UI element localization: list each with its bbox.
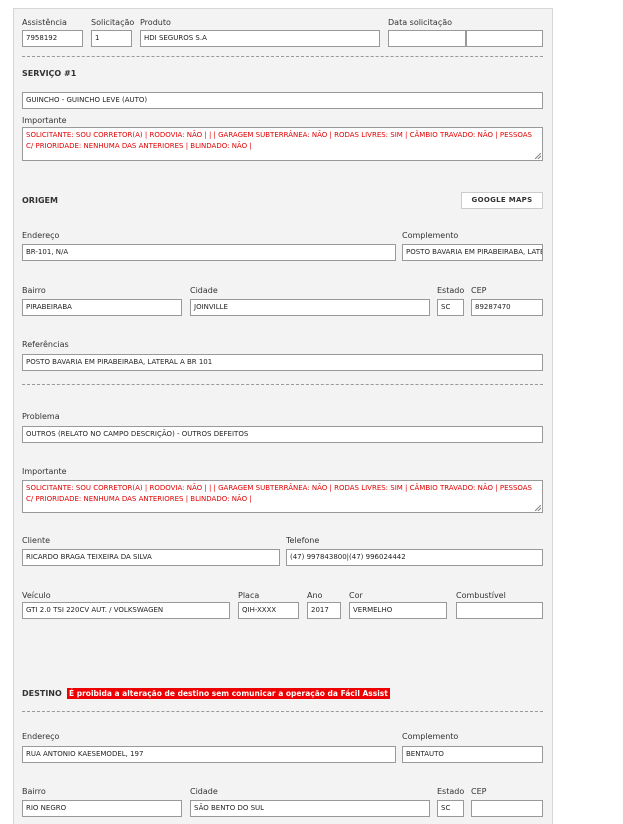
servico-field[interactable]: GUINCHO - GUINCHO LEVE (AUTO) bbox=[22, 92, 543, 109]
cor-label: Cor bbox=[349, 591, 363, 600]
origem-estado-label: Estado bbox=[437, 286, 465, 295]
google-maps-button[interactable]: GOOGLE MAPS bbox=[461, 192, 543, 209]
solicitacao-label: Solicitação bbox=[91, 18, 135, 27]
destino-complemento-field[interactable]: BENTAUTO bbox=[402, 746, 543, 763]
placa-field[interactable]: QIH-XXXX bbox=[238, 602, 299, 619]
destino-estado-field[interactable]: SC bbox=[437, 800, 464, 817]
assistencia-label: Assistência bbox=[22, 18, 67, 27]
origem-complemento-field[interactable]: POSTO BAVARIA EM PIRABEIRABA, LATERAL A … bbox=[402, 244, 543, 261]
divider bbox=[22, 384, 543, 385]
problema-field[interactable]: OUTROS (RELATO NO CAMPO DESCRIÇÃO) - OUT… bbox=[22, 426, 543, 443]
cliente-label: Cliente bbox=[22, 536, 51, 545]
solicitacao-field[interactable]: 1 bbox=[91, 30, 132, 47]
problema-importante-label: Importante bbox=[22, 467, 67, 476]
cliente-field[interactable]: RICARDO BRAGA TEIXEIRA DA SILVA bbox=[22, 549, 280, 566]
problema-importante-textarea[interactable]: SOLICITANTE: SOU CORRETOR(A) | RODOVIA: … bbox=[22, 480, 543, 513]
telefone-field[interactable]: (47) 997843800|(47) 996024442 bbox=[286, 549, 543, 566]
destino-bairro-label: Bairro bbox=[22, 787, 46, 796]
destino-cep-label: CEP bbox=[471, 787, 487, 796]
divider bbox=[22, 56, 543, 57]
combustivel-field[interactable] bbox=[456, 602, 543, 619]
origem-cep-label: CEP bbox=[471, 286, 487, 295]
destino-estado-label: Estado bbox=[437, 787, 465, 796]
produto-label: Produto bbox=[140, 18, 171, 27]
origem-estado-field[interactable]: SC bbox=[437, 299, 464, 316]
veiculo-field[interactable]: GTI 2.0 TSI 220CV AUT. / VOLKSWAGEN bbox=[22, 602, 230, 619]
divider bbox=[22, 711, 543, 712]
origem-complemento-label: Complemento bbox=[402, 231, 459, 240]
origem-bairro-label: Bairro bbox=[22, 286, 46, 295]
produto-field[interactable]: HDI SEGUROS S.A bbox=[140, 30, 380, 47]
placa-label: Placa bbox=[238, 591, 260, 600]
assistencia-field[interactable]: 7958192 bbox=[22, 30, 83, 47]
origem-title: ORIGEM bbox=[22, 196, 58, 205]
origem-cep-field[interactable]: 89287470 bbox=[471, 299, 543, 316]
combustivel-label: Combustível bbox=[456, 591, 506, 600]
ano-label: Ano bbox=[307, 591, 323, 600]
referencias-label: Referências bbox=[22, 340, 69, 349]
destino-bairro-field[interactable]: RIO NEGRO bbox=[22, 800, 182, 817]
origem-endereco-label: Endereço bbox=[22, 231, 60, 240]
destino-endereco-field[interactable]: RUA ANTONIO KAESEMODEL, 197 bbox=[22, 746, 396, 763]
origem-bairro-field[interactable]: PIRABEIRABA bbox=[22, 299, 182, 316]
cor-field[interactable]: VERMELHO bbox=[349, 602, 447, 619]
destino-cidade-field[interactable]: SÃO BENTO DO SUL bbox=[190, 800, 430, 817]
veiculo-label: Veículo bbox=[22, 591, 51, 600]
origem-cidade-field[interactable]: JOINVILLE bbox=[190, 299, 430, 316]
destino-cep-field[interactable] bbox=[471, 800, 543, 817]
destino-cidade-label: Cidade bbox=[190, 787, 218, 796]
destino-title: DESTINO bbox=[22, 689, 62, 698]
telefone-label: Telefone bbox=[286, 536, 320, 545]
importante-label: Importante bbox=[22, 116, 67, 125]
origem-cidade-label: Cidade bbox=[190, 286, 218, 295]
problema-label: Problema bbox=[22, 412, 60, 421]
resize-grip-icon[interactable] bbox=[535, 505, 541, 511]
data-solicitacao-time-field[interactable] bbox=[466, 30, 543, 47]
problema-importante-text: SOLICITANTE: SOU CORRETOR(A) | RODOVIA: … bbox=[26, 484, 532, 503]
referencias-field[interactable]: POSTO BAVARIA EM PIRABEIRABA, LATERAL A … bbox=[22, 354, 543, 371]
data-solicitacao-date-field[interactable] bbox=[388, 30, 466, 47]
destino-complemento-label: Complemento bbox=[402, 732, 459, 741]
destino-warning-badge: É proibida a alteração de destino sem co… bbox=[67, 688, 390, 699]
servico-title: SERVIÇO #1 bbox=[22, 69, 77, 78]
data-solicitacao-label: Data solicitação bbox=[388, 18, 453, 27]
destino-endereco-label: Endereço bbox=[22, 732, 60, 741]
importante-textarea[interactable]: SOLICITANTE: SOU CORRETOR(A) | RODOVIA: … bbox=[22, 127, 543, 161]
ano-field[interactable]: 2017 bbox=[307, 602, 341, 619]
importante-text: SOLICITANTE: SOU CORRETOR(A) | RODOVIA: … bbox=[26, 131, 532, 150]
origem-endereco-field[interactable]: BR-101, N/A bbox=[22, 244, 396, 261]
resize-grip-icon[interactable] bbox=[535, 153, 541, 159]
